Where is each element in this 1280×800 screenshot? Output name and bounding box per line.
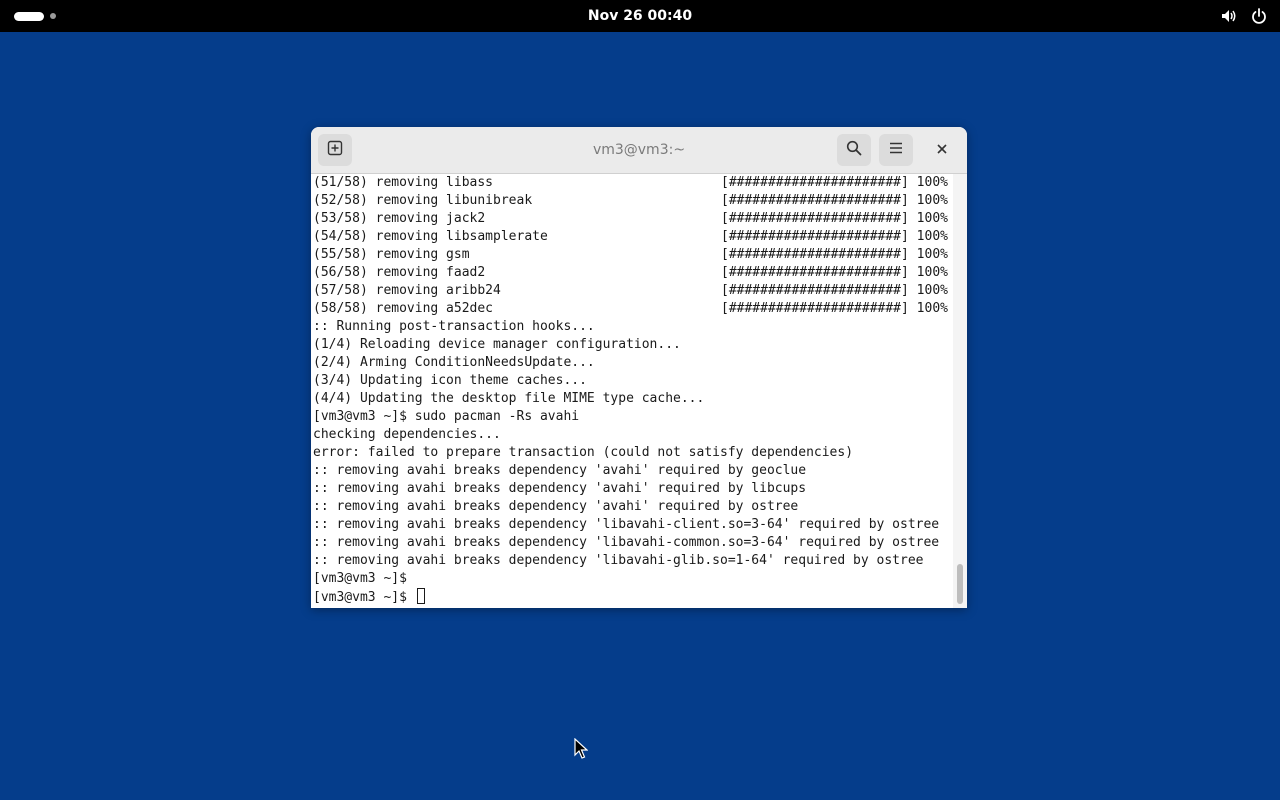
clock-container: Nov 26 00:40: [0, 0, 1280, 32]
terminal-window: vm3@vm3:~ (51/58) removing libass (52/58…: [311, 127, 967, 608]
terminal-line: :: removing avahi breaks dependency 'lib…: [313, 553, 924, 568]
terminal-line: (2/4) Arming ConditionNeedsUpdate...: [313, 355, 595, 370]
terminal-line: :: removing avahi breaks dependency 'ava…: [313, 499, 799, 514]
power-icon[interactable]: [1250, 7, 1268, 25]
main-menu-button[interactable]: [879, 134, 913, 166]
terminal-line: (55/58) removing gsm: [313, 247, 470, 262]
terminal-line: :: removing avahi breaks dependency 'ava…: [313, 463, 807, 478]
top-bar: Nov 26 00:40: [0, 0, 1280, 32]
terminal-prompt-line[interactable]: [vm3@vm3 ~]$: [313, 588, 425, 606]
progress-bar-text: [######################] 100%: [721, 175, 948, 190]
menu-icon: [888, 140, 904, 160]
terminal-line: [vm3@vm3 ~]$: [313, 571, 407, 586]
terminal-line: (57/58) removing aribb24: [313, 283, 501, 298]
progress-bar-text: [######################] 100%: [721, 229, 948, 244]
search-button[interactable]: [837, 134, 871, 166]
progress-bar-text: [######################] 100%: [721, 283, 948, 298]
new-tab-button[interactable]: [318, 134, 352, 166]
terminal-line: :: removing avahi breaks dependency 'lib…: [313, 535, 940, 550]
terminal-line: :: removing avahi breaks dependency 'lib…: [313, 517, 940, 532]
text-cursor: [416, 588, 425, 604]
terminal-line: (52/58) removing libunibreak: [313, 193, 533, 208]
clock[interactable]: Nov 26 00:40: [588, 8, 692, 24]
terminal-line: :: Running post-transaction hooks...: [313, 319, 595, 334]
system-tray[interactable]: [1220, 6, 1268, 26]
activities-indicator[interactable]: [14, 11, 56, 21]
progress-bar-text: [######################] 100%: [721, 265, 948, 280]
terminal-line: [vm3@vm3 ~]$ sudo pacman -Rs avahi: [313, 409, 580, 424]
close-icon: [936, 141, 948, 159]
terminal-line: (58/58) removing a52dec: [313, 301, 494, 316]
workspace-indicator: [50, 13, 56, 19]
terminal-output[interactable]: (51/58) removing libass (52/58) removing…: [311, 174, 953, 608]
volume-icon[interactable]: [1220, 7, 1238, 25]
mouse-pointer-icon: [574, 737, 589, 760]
terminal-line: (4/4) Updating the desktop file MIME typ…: [313, 391, 705, 406]
terminal-line: :: removing avahi breaks dependency 'ava…: [313, 481, 807, 496]
terminal-line: (1/4) Reloading device manager configura…: [313, 337, 681, 352]
terminal-line: (56/58) removing faad2: [313, 265, 486, 280]
terminal-line: (54/58) removing libsamplerate: [313, 229, 548, 244]
close-button[interactable]: [931, 139, 953, 161]
terminal-line: error: failed to prepare transaction (co…: [313, 445, 854, 460]
terminal-line: (3/4) Updating icon theme caches...: [313, 373, 587, 388]
header-bar: vm3@vm3:~: [311, 127, 967, 174]
scrollbar-thumb[interactable]: [957, 564, 963, 604]
terminal-line: checking dependencies...: [313, 427, 501, 442]
progress-bar-text: [######################] 100%: [721, 247, 948, 262]
progress-bar-text: [######################] 100%: [721, 301, 948, 316]
terminal-prompt: [vm3@vm3 ~]$: [313, 590, 415, 605]
scrollbar[interactable]: [953, 174, 967, 608]
workspace-active-indicator: [14, 11, 44, 21]
progress-bar-text: [######################] 100%: [721, 211, 948, 226]
search-icon: [846, 140, 862, 160]
new-tab-icon: [327, 140, 343, 160]
progress-bar-text: [######################] 100%: [721, 193, 948, 208]
terminal-line: (53/58) removing jack2: [313, 211, 486, 226]
terminal-line: (51/58) removing libass: [313, 175, 494, 190]
